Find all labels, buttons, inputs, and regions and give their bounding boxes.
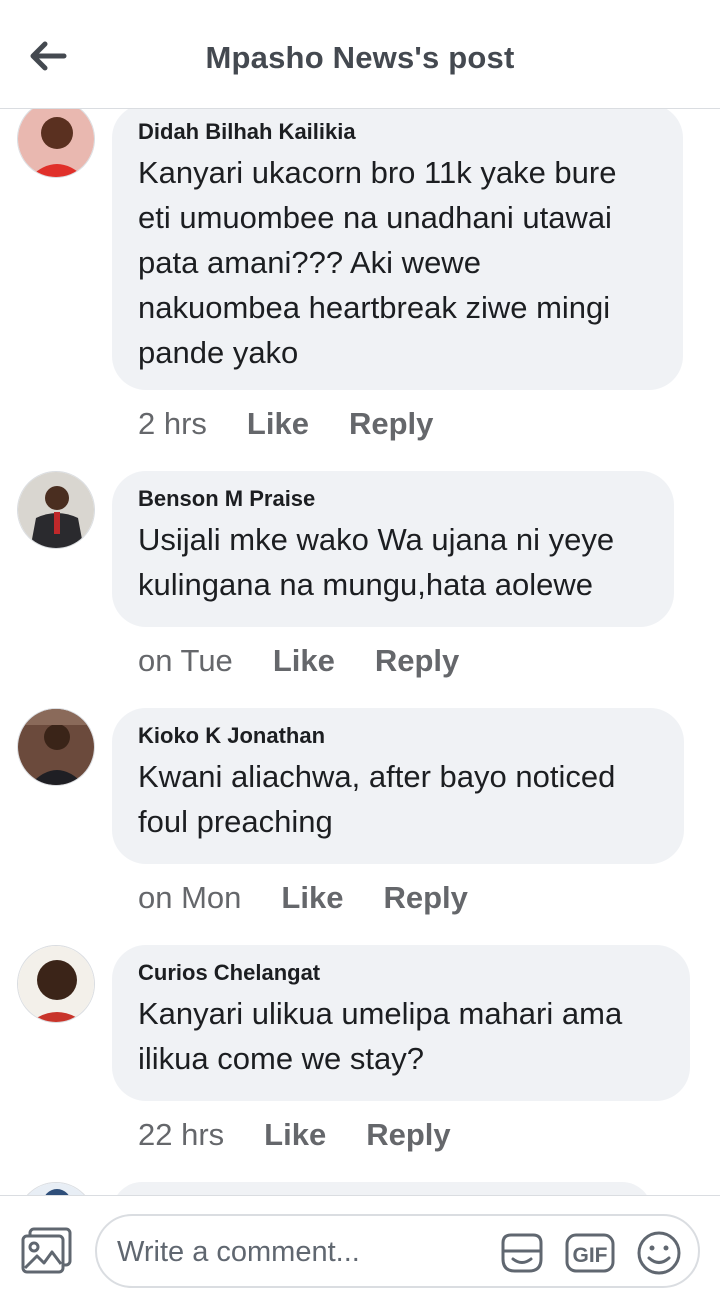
like-button[interactable]: Like [264, 1117, 326, 1153]
reply-button[interactable]: Reply [375, 643, 459, 679]
comment-input[interactable]: Write a comment... GIF [95, 1214, 700, 1288]
comments-list: Didah Bilhah Kailikia Kanyari ukacorn br… [0, 108, 720, 1195]
comment-time: 22 hrs [138, 1117, 225, 1152]
like-button[interactable]: Like [281, 880, 343, 916]
comment-text: Kanyari ukacorn bro 11k yake bure eti um… [138, 155, 617, 370]
avatar[interactable] [17, 1182, 95, 1195]
avatar[interactable] [17, 945, 95, 1023]
comment-text: Kwani aliachwa, after bayo noticed foul … [138, 759, 616, 839]
photo-icon [21, 1227, 72, 1274]
gif-icon: GIF [565, 1233, 615, 1273]
like-button[interactable]: Like [273, 643, 335, 679]
emoji-button[interactable] [635, 1229, 683, 1277]
top-bar: Mpasho News's post [0, 0, 720, 109]
comment-actions: 22 hrs Like Reply [138, 1117, 451, 1153]
comment-bubble: Didah Bilhah Kailikia Kanyari ukacorn br… [112, 108, 683, 390]
comment-actions: on Mon Like Reply [138, 880, 468, 916]
reply-button[interactable]: Reply [366, 1117, 450, 1153]
avatar[interactable] [17, 708, 95, 786]
sticker-icon [501, 1233, 543, 1273]
comment-author[interactable]: Kioko K Jonathan [138, 722, 658, 750]
comment-composer: Write a comment... GIF [0, 1195, 720, 1302]
comment-time: on Tue [138, 643, 233, 678]
comment-placeholder: Write a comment... [117, 1236, 360, 1268]
avatar[interactable] [17, 471, 95, 549]
gif-button[interactable]: GIF [565, 1229, 615, 1277]
comment-author[interactable]: Benson M Praise [138, 485, 648, 513]
sticker-button[interactable] [497, 1229, 545, 1277]
comment-actions: on Tue Like Reply [138, 643, 459, 679]
comment-author[interactable]: Curios Chelangat [138, 959, 664, 987]
comment-time: 2 hrs [138, 406, 207, 441]
svg-text:GIF: GIF [573, 1244, 608, 1267]
comment-bubble [112, 1182, 652, 1195]
reply-button[interactable]: Reply [349, 406, 433, 442]
emoji-icon [637, 1231, 681, 1275]
comment-text: Kanyari ulikua umelipa mahari ama ilikua… [138, 996, 623, 1076]
comment-author[interactable]: Didah Bilhah Kailikia [138, 118, 657, 146]
comment-bubble: Kioko K Jonathan Kwani aliachwa, after b… [112, 708, 684, 864]
photo-button[interactable] [20, 1226, 74, 1274]
comment-actions: 2 hrs Like Reply [138, 406, 433, 442]
comment-bubble: Benson M Praise Usijali mke wako Wa ujan… [112, 471, 674, 627]
page-title: Mpasho News's post [205, 40, 515, 75]
comment-text: Usijali mke wako Wa ujana ni yeye kuling… [138, 522, 615, 602]
reply-button[interactable]: Reply [383, 880, 467, 916]
like-button[interactable]: Like [247, 406, 309, 442]
comment-bubble: Curios Chelangat Kanyari ulikua umelipa … [112, 945, 690, 1101]
comment-time: on Mon [138, 880, 242, 915]
avatar[interactable] [17, 108, 95, 178]
